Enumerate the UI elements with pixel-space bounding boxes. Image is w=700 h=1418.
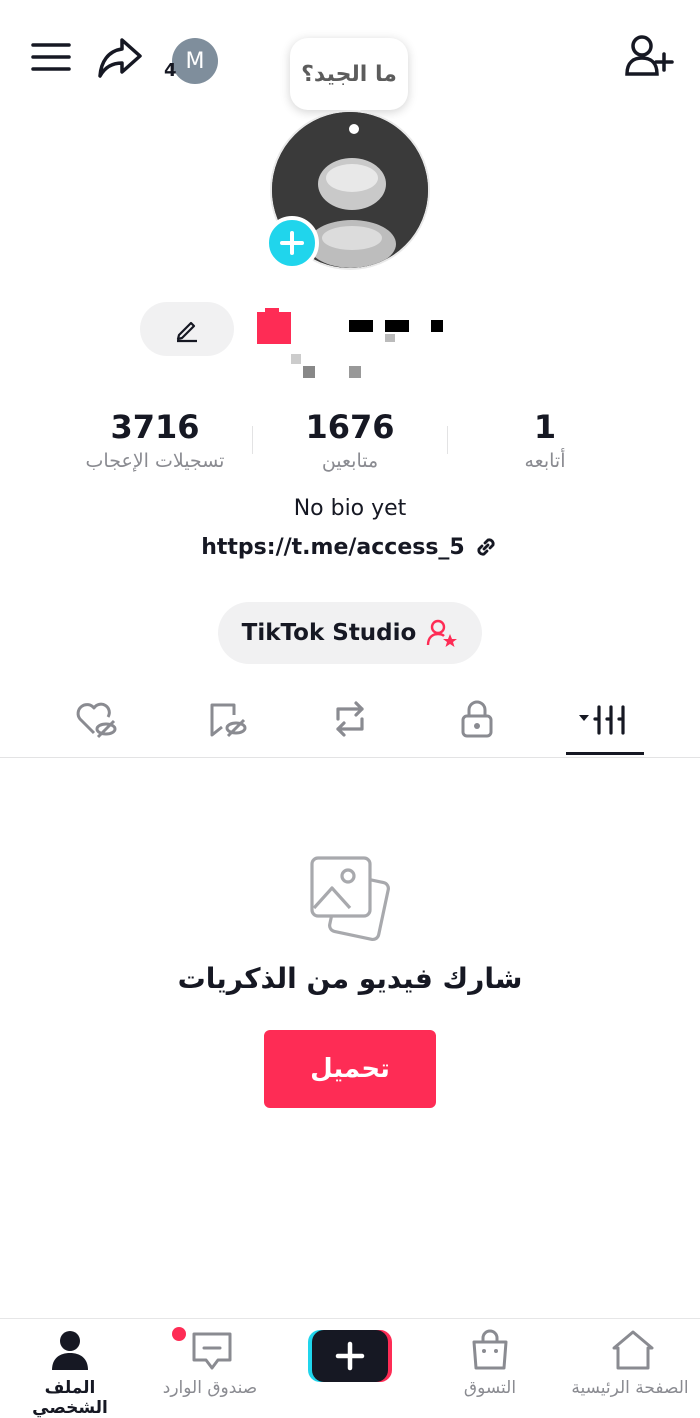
profile-icon: [50, 1328, 90, 1372]
bio-text: No bio yet: [293, 496, 407, 521]
avatar-initial: M: [185, 48, 205, 74]
creator-star-icon: [426, 618, 458, 648]
link-icon: [473, 534, 499, 560]
stats-divider: [252, 426, 253, 454]
studio-label: TikTok Studio: [241, 620, 417, 646]
plus-icon: [279, 230, 305, 256]
inbox-icon: [190, 1328, 232, 1372]
add-photo-button[interactable]: [265, 216, 319, 270]
active-tab-indicator: [566, 752, 644, 755]
person-add-icon[interactable]: [624, 32, 674, 80]
hamburger-menu-icon[interactable]: [30, 40, 72, 74]
nav-inbox-label: صندوق الوارد: [162, 1378, 258, 1398]
bio-link-text[interactable]: https://t.me/access_5: [201, 535, 465, 560]
repost-icon: [328, 699, 372, 739]
pencil-icon: [173, 315, 201, 343]
following-label: أتابعه: [524, 450, 566, 472]
account-count-badge: 4: [164, 60, 177, 81]
followers-stat[interactable]: 1676 متابعين: [255, 406, 445, 474]
tab-videos[interactable]: [566, 692, 646, 746]
followers-label: متابعين: [321, 450, 379, 472]
status-bubble[interactable]: ما الجيد؟: [290, 38, 408, 110]
bubble-text: ما الجيد؟: [301, 61, 397, 87]
followers-count: 1676: [305, 408, 395, 446]
nav-shop-label: التسوق: [463, 1378, 517, 1398]
inbox-notification-dot: [172, 1327, 186, 1341]
heart-hidden-icon: [74, 699, 118, 739]
likes-label: تسجيلات الإعجاب: [85, 450, 225, 472]
nav-profile[interactable]: الملف الشخصي: [5, 1326, 135, 1418]
likes-count: 3716: [110, 408, 200, 446]
tab-private[interactable]: [437, 692, 517, 746]
tab-liked[interactable]: [56, 692, 136, 746]
username-pixelated: [255, 308, 455, 388]
bookmark-hidden-icon: [204, 699, 248, 739]
home-icon: [610, 1328, 654, 1372]
bio-link[interactable]: https://t.me/access_5: [0, 534, 700, 560]
nav-home-label: الصفحة الرئيسية: [571, 1378, 689, 1398]
edit-profile-button[interactable]: [140, 302, 234, 356]
grid-icon: [575, 699, 637, 739]
account-avatar[interactable]: M: [172, 38, 218, 84]
lock-icon: [457, 699, 497, 739]
create-button[interactable]: [308, 1328, 392, 1384]
nav-home[interactable]: الصفحة الرئيسية: [565, 1326, 695, 1402]
share-arrow-icon[interactable]: [96, 36, 144, 80]
following-count: 1: [533, 408, 557, 446]
nav-inbox[interactable]: صندوق الوارد: [145, 1326, 275, 1402]
tabs-divider: [0, 757, 700, 758]
stats-divider: [447, 426, 448, 454]
photos-icon: [304, 852, 396, 944]
tiktok-studio-button[interactable]: TikTok Studio: [218, 602, 482, 664]
likes-stat[interactable]: 3716 تسجيلات الإعجاب: [60, 406, 250, 474]
empty-state-title: شارك فيديو من الذكريات: [177, 962, 523, 995]
following-stat[interactable]: 1 أتابعه: [450, 406, 640, 474]
nav-shop[interactable]: التسوق: [425, 1326, 555, 1402]
shopping-bag-icon: [470, 1328, 510, 1372]
nav-profile-label: الملف الشخصي: [32, 1378, 108, 1418]
photo-indicator-dot: [349, 124, 359, 134]
upload-button[interactable]: تحميل: [264, 1030, 436, 1108]
tab-favorites[interactable]: [186, 692, 266, 746]
tab-reposts[interactable]: [310, 692, 390, 746]
